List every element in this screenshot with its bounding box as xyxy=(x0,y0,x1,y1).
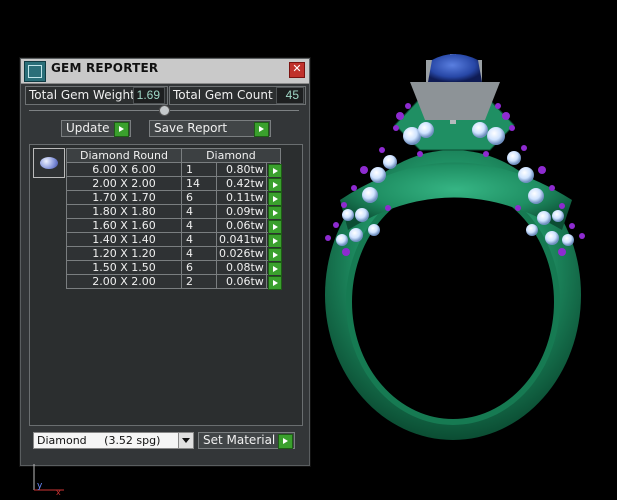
row-select-button[interactable] xyxy=(265,176,282,192)
app-logo-icon xyxy=(24,61,46,82)
gem-thumbnail-icon xyxy=(33,148,65,178)
table-row: 2.00 X 2.00 2 0.06tw xyxy=(66,274,282,290)
gem-weight: 0.42tw xyxy=(216,176,267,191)
window-title: GEM REPORTER xyxy=(51,61,159,75)
gem-size: 1.70 X 1.70 xyxy=(66,190,182,205)
gem-weight: 0.041tw xyxy=(216,232,267,247)
set-material-button-label: Set Material xyxy=(203,433,276,447)
total-gem-count-group: Total Gem Count 45 xyxy=(169,86,306,105)
gem-size: 2.00 X 2.00 xyxy=(66,176,182,191)
table-row: 1.40 X 1.40 4 0.041tw xyxy=(66,232,282,248)
table-header-row: Diamond Round Diamond xyxy=(66,148,281,163)
gem-size: 6.00 X 6.00 xyxy=(66,162,182,177)
update-button-label: Update xyxy=(66,121,110,135)
slider-handle[interactable] xyxy=(159,105,170,116)
material-select[interactable]: Diamond (3.52 spg) xyxy=(33,432,194,449)
row-select-button[interactable] xyxy=(265,232,282,248)
table-row: 1.20 X 1.20 4 0.026tw xyxy=(66,246,282,262)
gem-weight: 0.06tw xyxy=(216,274,267,289)
gem-size: 1.60 X 1.60 xyxy=(66,218,182,233)
ring-render xyxy=(325,54,585,440)
total-gem-count-label: Total Gem Count xyxy=(173,88,273,102)
update-button[interactable]: Update xyxy=(61,120,131,137)
gem-qty: 2 xyxy=(181,274,217,289)
gem-size: 1.50 X 1.50 xyxy=(66,260,182,275)
gem-qty: 4 xyxy=(181,204,217,219)
row-select-button[interactable] xyxy=(265,274,282,290)
gem-qty: 4 xyxy=(181,232,217,247)
row-select-button[interactable] xyxy=(265,204,282,220)
save-report-button[interactable]: Save Report xyxy=(149,120,271,137)
row-select-button[interactable] xyxy=(265,246,282,262)
play-arrow-icon xyxy=(267,276,282,290)
table-row: 2.00 X 2.00 14 0.42tw xyxy=(66,176,282,192)
total-gem-weight-group: Total Gem Weight 1.69 xyxy=(25,86,168,105)
play-arrow-icon xyxy=(254,122,269,137)
title-bar[interactable]: GEM REPORTER ✕ xyxy=(21,59,309,84)
row-select-button[interactable] xyxy=(265,218,282,234)
gem-qty: 1 xyxy=(181,162,217,177)
table-row: 1.70 X 1.70 6 0.11tw xyxy=(66,190,282,206)
gem-weight: 0.11tw xyxy=(216,190,267,205)
play-arrow-icon xyxy=(114,122,129,137)
save-report-button-label: Save Report xyxy=(154,121,228,135)
gem-table: Diamond Round Diamond 6.00 X 6.00 1 0.80… xyxy=(66,148,282,290)
gem-size: 1.80 X 1.80 xyxy=(66,204,182,219)
gem-qty: 4 xyxy=(181,246,217,261)
gem-size: 2.00 X 2.00 xyxy=(66,274,182,289)
gem-qty: 14 xyxy=(181,176,217,191)
table-row: 6.00 X 6.00 1 0.80tw xyxy=(66,162,282,178)
gem-qty: 4 xyxy=(181,218,217,233)
total-gem-weight-label: Total Gem Weight xyxy=(29,88,135,102)
table-row: 1.60 X 1.60 4 0.06tw xyxy=(66,218,282,234)
close-icon[interactable]: ✕ xyxy=(289,62,305,78)
axis-gizmo-icon: y x xyxy=(33,464,64,496)
axis-x-label: x xyxy=(56,488,61,496)
total-gem-count-value: 45 xyxy=(276,87,304,104)
gem-list: Diamond Round Diamond 6.00 X 6.00 1 0.80… xyxy=(29,144,303,426)
row-select-button[interactable] xyxy=(265,260,282,276)
row-select-button[interactable] xyxy=(265,190,282,206)
play-arrow-icon xyxy=(278,434,293,449)
material-select-value: Diamond (3.52 spg) xyxy=(37,434,161,447)
set-material-button[interactable]: Set Material xyxy=(198,432,295,449)
gem-weight: 0.08tw xyxy=(216,260,267,275)
total-gem-weight-value: 1.69 xyxy=(133,87,165,104)
column-header-size: Diamond Round xyxy=(66,148,182,163)
gem-size: 1.40 X 1.40 xyxy=(66,232,182,247)
column-header-material: Diamond xyxy=(181,148,281,163)
table-row: 1.80 X 1.80 4 0.09tw xyxy=(66,204,282,220)
row-select-button[interactable] xyxy=(265,162,282,178)
gem-weight: 0.06tw xyxy=(216,218,267,233)
gem-weight: 0.80tw xyxy=(216,162,267,177)
gem-size: 1.20 X 1.20 xyxy=(66,246,182,261)
gem-reporter-window: GEM REPORTER ✕ Total Gem Weight 1.69 Tot… xyxy=(20,58,310,466)
chevron-down-icon[interactable] xyxy=(178,433,193,448)
gem-weight: 0.09tw xyxy=(216,204,267,219)
table-row: 1.50 X 1.50 6 0.08tw xyxy=(66,260,282,276)
axis-y-label: y xyxy=(37,481,43,491)
gem-qty: 6 xyxy=(181,190,217,205)
gem-qty: 6 xyxy=(181,260,217,275)
gem-weight: 0.026tw xyxy=(216,246,267,261)
